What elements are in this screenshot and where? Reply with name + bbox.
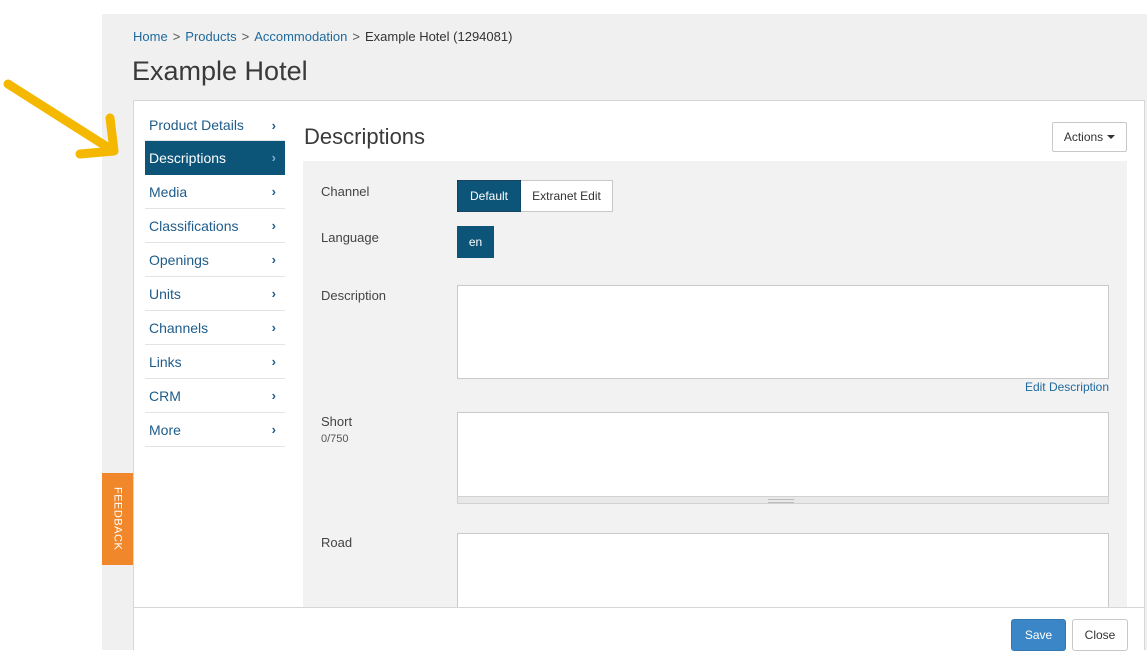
section-title: Descriptions: [304, 124, 426, 149]
sidebar-item-classifications[interactable]: Classifications ›: [145, 209, 285, 243]
sidebar-item-label: More: [149, 421, 181, 438]
chevron-right-icon: ›: [271, 286, 276, 301]
chevron-right-icon: ›: [271, 184, 276, 199]
chevron-right-icon: ›: [271, 388, 276, 403]
sidebar-item-links[interactable]: Links ›: [145, 345, 285, 379]
road-label: Road: [321, 535, 353, 550]
actions-dropdown-button[interactable]: Actions: [1052, 122, 1127, 152]
grip-icon: [768, 499, 794, 503]
short-label: Short: [321, 414, 353, 429]
sidebar-item-label: Descriptions: [149, 149, 227, 166]
channel-option-default[interactable]: Default: [457, 180, 521, 212]
breadcrumb-current: Example Hotel (1294081): [365, 29, 513, 44]
annotation-arrow-icon: [3, 79, 119, 159]
textarea-resize-handle[interactable]: [457, 496, 1109, 504]
sidebar-item-label: Media: [149, 183, 188, 200]
close-button[interactable]: Close: [1072, 619, 1128, 651]
chevron-right-icon: ›: [271, 422, 276, 437]
sidebar-item-units[interactable]: Units ›: [145, 277, 285, 311]
channel-toggle: Default Extranet Edit: [457, 180, 613, 212]
channel-option-extranet-edit[interactable]: Extranet Edit: [521, 180, 613, 212]
chevron-right-icon: ›: [271, 354, 276, 369]
sidebar-item-product-details[interactable]: Product Details ›: [145, 110, 285, 141]
breadcrumb: Home > Products > Accommodation > Exampl…: [133, 29, 512, 44]
sidebar-item-channels[interactable]: Channels ›: [145, 311, 285, 345]
short-char-counter: 0/750: [321, 433, 349, 445]
sidebar-item-label: Product Details: [149, 117, 244, 133]
sidebar-item-descriptions[interactable]: Descriptions ›: [145, 141, 285, 175]
chevron-right-icon: ›: [271, 320, 276, 335]
sidebar-item-label: Openings: [149, 251, 209, 268]
breadcrumb-products[interactable]: Products: [185, 29, 236, 44]
actions-label: Actions: [1063, 130, 1104, 144]
form-footer: Save Close: [134, 607, 1144, 652]
sidebar-item-crm[interactable]: CRM ›: [145, 379, 285, 413]
short-textarea[interactable]: [457, 412, 1109, 497]
sidebar-item-label: Classifications: [149, 217, 239, 234]
chevron-right-icon: ›: [271, 252, 276, 267]
language-option-en[interactable]: en: [457, 226, 494, 258]
description-form: Channel Default Extranet Edit Language e…: [303, 161, 1127, 651]
sidebar-nav: Product Details › Descriptions › Media ›…: [145, 110, 285, 447]
breadcrumb-separator: >: [172, 29, 181, 44]
sidebar-item-openings[interactable]: Openings ›: [145, 243, 285, 277]
page-title: Example Hotel: [132, 56, 308, 86]
feedback-tab[interactable]: FEEDBACK: [102, 473, 133, 565]
breadcrumb-separator: >: [241, 29, 250, 44]
sidebar-item-label: Links: [149, 353, 182, 370]
language-label: Language: [321, 230, 379, 245]
description-label: Description: [321, 288, 387, 303]
feedback-label: FEEDBACK: [111, 487, 124, 551]
description-textarea[interactable]: [457, 285, 1109, 379]
sidebar-item-label: CRM: [149, 387, 181, 404]
save-button[interactable]: Save: [1011, 619, 1066, 651]
language-toggle: en: [457, 226, 494, 258]
breadcrumb-home[interactable]: Home: [133, 29, 168, 44]
chevron-right-icon: ›: [271, 117, 276, 133]
sidebar-item-label: Units: [149, 285, 181, 302]
breadcrumb-separator: >: [352, 29, 360, 44]
sidebar-item-more[interactable]: More ›: [145, 413, 285, 447]
sidebar-item-label: Channels: [149, 319, 209, 336]
sidebar-item-media[interactable]: Media ›: [145, 175, 285, 209]
channel-label: Channel: [321, 184, 370, 199]
chevron-right-icon: ›: [271, 150, 276, 165]
edit-description-link[interactable]: Edit Description: [1025, 380, 1109, 394]
content-panel: Product Details › Descriptions › Media ›…: [133, 100, 1145, 652]
chevron-right-icon: ›: [271, 218, 276, 233]
caret-down-icon: [1107, 135, 1116, 139]
breadcrumb-accommodation[interactable]: Accommodation: [254, 29, 347, 44]
